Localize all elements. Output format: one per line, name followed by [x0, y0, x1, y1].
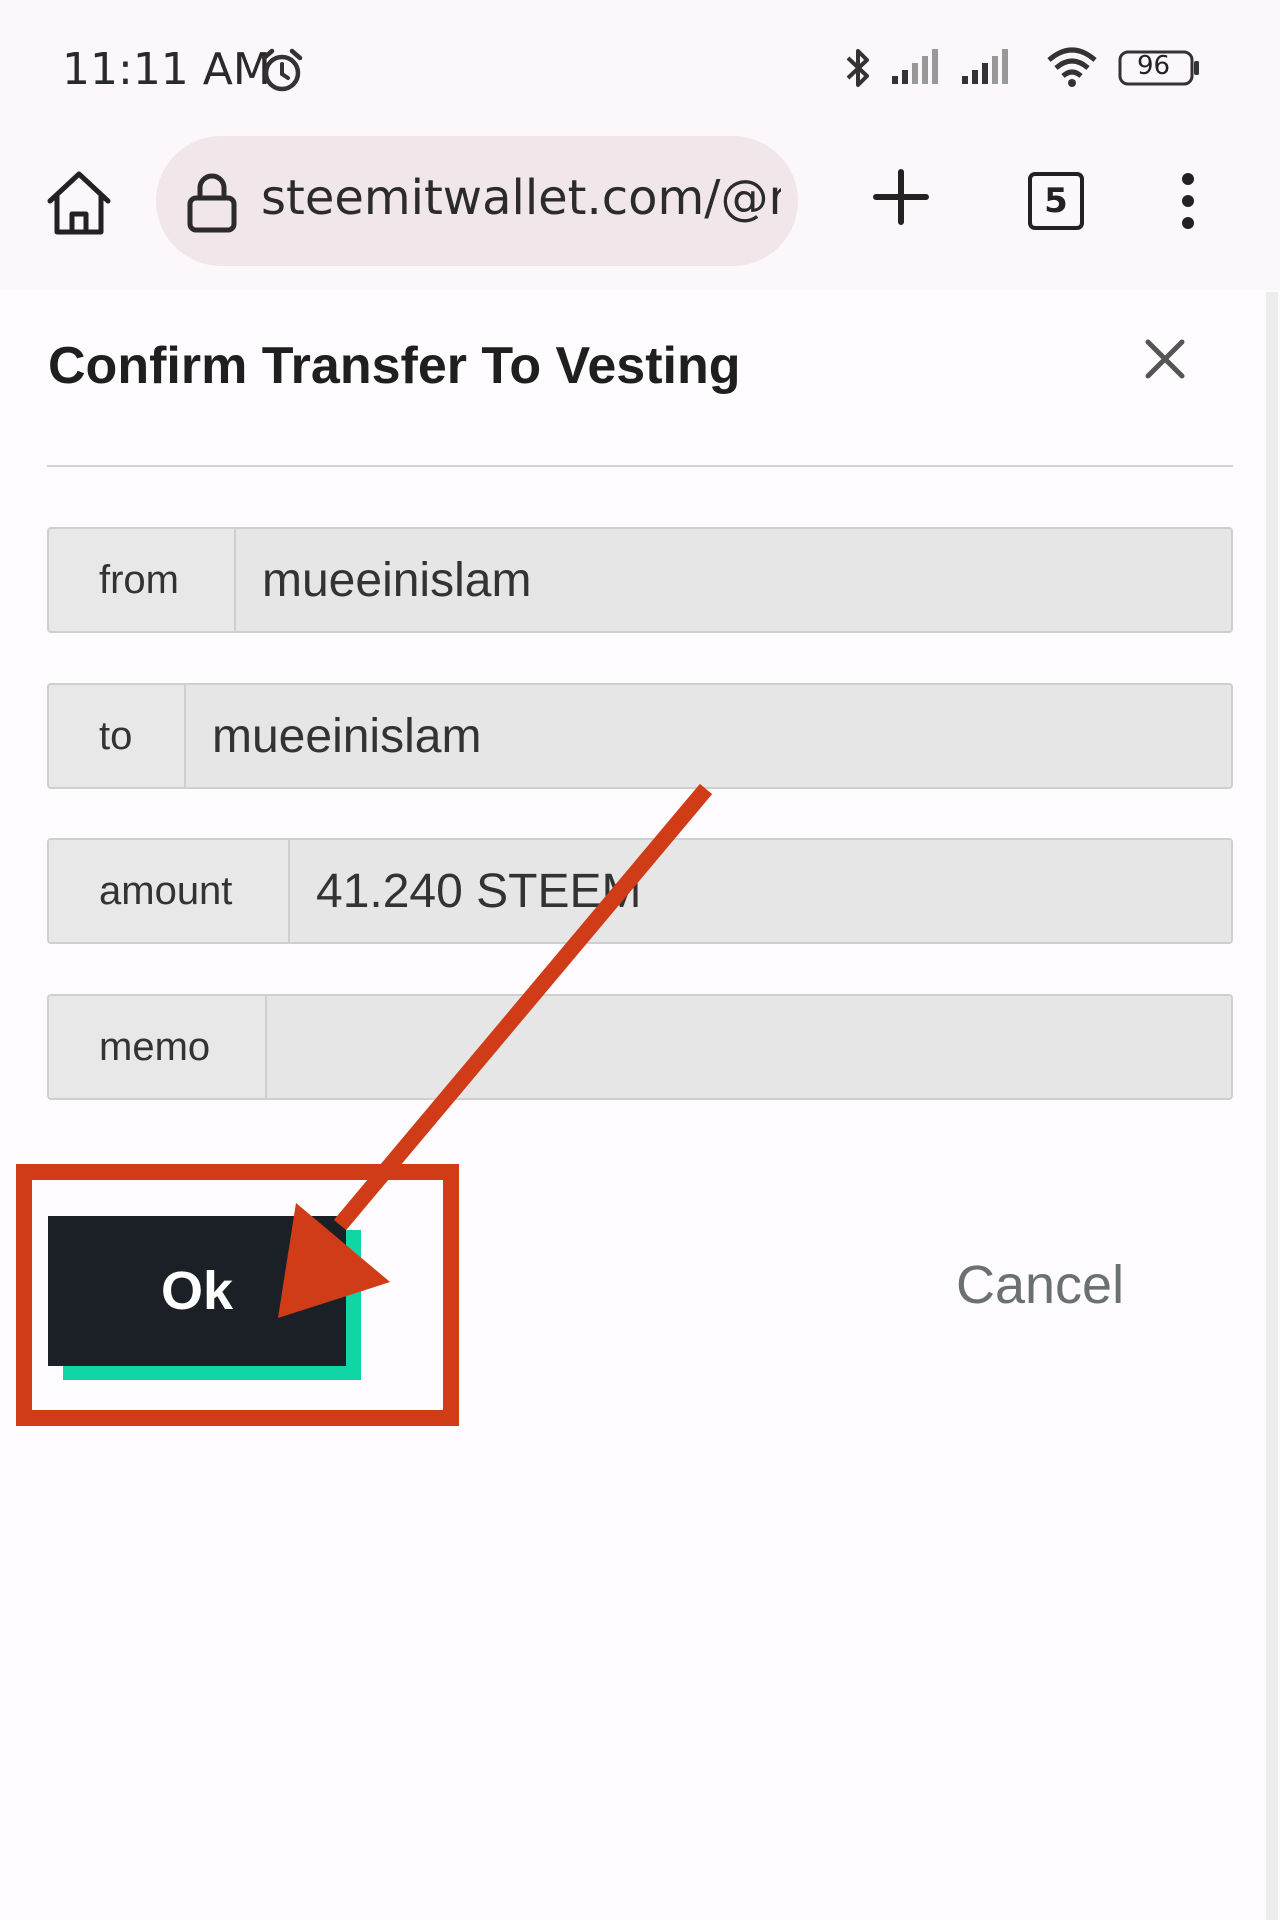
close-icon[interactable]: [1144, 338, 1186, 385]
plus-icon[interactable]: [870, 166, 932, 233]
status-bar: 11:11 AM 96: [0, 0, 1280, 130]
divider: [47, 465, 1233, 467]
status-icons: 96: [840, 40, 1280, 100]
address-bar[interactable]: steemitwallet.com/@mu: [156, 136, 798, 266]
from-label: from: [49, 529, 236, 631]
more-vert-icon[interactable]: [1176, 172, 1200, 235]
url-text: steemitwallet.com/@mu: [261, 170, 781, 226]
tabs-icon[interactable]: 5: [1028, 172, 1084, 230]
battery-level: 96: [1137, 51, 1171, 81]
annotation-highlight-box: [16, 1164, 459, 1426]
alarm-icon: [258, 46, 306, 99]
to-value[interactable]: mueeinislam: [186, 685, 1231, 787]
to-field: to mueeinislam: [47, 683, 1233, 789]
from-value[interactable]: mueeinislam: [236, 529, 1231, 631]
status-time: 11:11 AM: [62, 44, 271, 95]
bluetooth-icon: [840, 44, 876, 97]
signal-icon: [890, 46, 948, 91]
amount-label: amount: [49, 840, 290, 942]
from-field: from mueeinislam: [47, 527, 1233, 633]
wifi-icon: [1045, 46, 1099, 93]
memo-value[interactable]: [267, 996, 1231, 1098]
memo-field: memo: [47, 994, 1233, 1100]
scrollbar[interactable]: [1266, 292, 1278, 1920]
home-icon[interactable]: [42, 166, 116, 240]
cancel-button[interactable]: Cancel: [956, 1254, 1124, 1316]
to-label: to: [49, 685, 186, 787]
lock-icon: [184, 170, 240, 239]
signal-icon: [960, 46, 1018, 91]
memo-label: memo: [49, 996, 267, 1098]
amount-value[interactable]: 41.240 STEEM: [290, 840, 1231, 942]
amount-field: amount 41.240 STEEM: [47, 838, 1233, 944]
dialog-title: Confirm Transfer To Vesting: [48, 337, 741, 395]
